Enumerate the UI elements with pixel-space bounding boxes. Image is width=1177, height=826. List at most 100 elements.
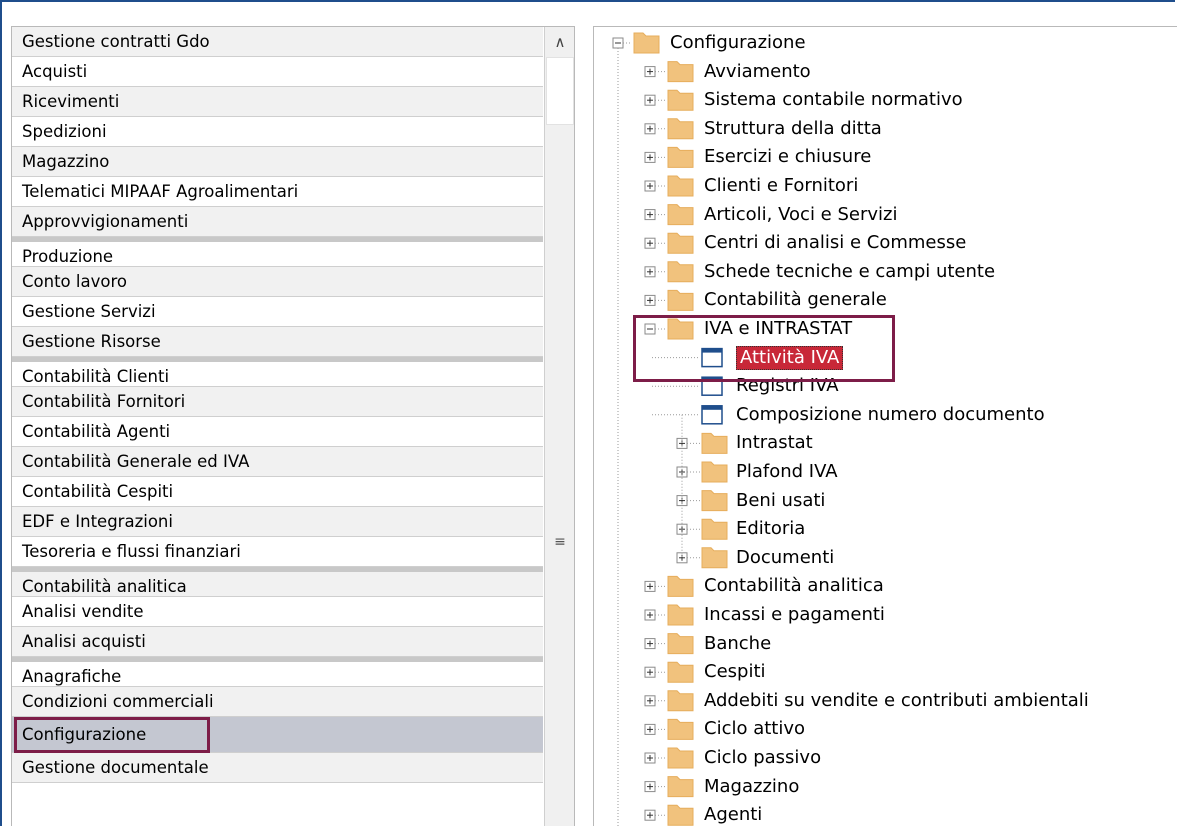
tree-node-label: Addebiti su vendite e contributi ambient… [704,689,1089,711]
menu-item[interactable]: Approvvigionamenti [12,207,543,237]
tree-node-label: Ciclo passivo [704,747,822,768]
menu-item[interactable]: Analisi acquisti [12,627,543,657]
tree-node-label: Banche [704,632,772,654]
tree-node[interactable]: Sistema contabile normativo [704,86,963,114]
tree-node-label: Clienti e Fornitori [704,175,859,196]
folder-icon [667,776,694,798]
folder-icon [667,146,694,168]
folder-icon [667,633,694,655]
folder-icon [667,575,694,597]
folder-icon [667,718,694,740]
tree-node[interactable]: Banche [704,630,771,658]
menu-item[interactable]: Analisi vendite [12,597,543,627]
menu-item[interactable]: Conto lavoro [12,267,543,297]
tree-node[interactable]: Contabilità analitica [704,572,884,600]
folder-icon [701,518,728,540]
chevron-up-icon[interactable]: ∧ [545,27,574,57]
folder-icon [667,261,694,283]
menu-item[interactable]: Gestione Servizi [12,297,543,327]
tree-node[interactable]: Avviamento [704,58,811,86]
configuration-tree-panel: Configurazione Avviamento Sistema contabil… [593,26,1177,826]
scroll-thumb[interactable] [546,57,574,125]
tree-node[interactable]: Articoli, Voci e Servizi [704,201,897,229]
tree-node-label: Ciclo attivo [704,718,806,740]
tree-node-label: Configurazione [670,32,806,53]
grip-lines-icon[interactable]: ≡ [545,535,574,549]
folder-icon [701,432,728,454]
tree-node-label: Schede tecniche e campi utente [704,260,996,282]
menu-item[interactable]: Configurazione [12,717,543,753]
menu-scrollbar[interactable]: ∧ ≡ [544,27,574,826]
menu-item[interactable]: Contabilità Generale ed IVA [12,447,543,477]
tree-node-label: Magazzino [704,775,800,797]
menu-item[interactable]: Condizioni commerciali [12,687,543,717]
tree-node-label: Editoria [736,518,806,540]
tree-node-label: Incassi e pagamenti [704,604,885,625]
tree-node[interactable]: Cespiti [704,658,766,686]
tree-node[interactable]: Clienti e Fornitori [704,172,858,200]
tree-node-label: Beni usati [736,489,826,511]
tree-node-label: Esercizi e chiusure [704,146,872,168]
folder-icon [667,289,694,311]
tree-node-label: Struttura della ditta [704,117,882,139]
menu-item[interactable]: Gestione contratti Gdo [12,27,543,57]
menu-item[interactable]: Contabilità Fornitori [12,387,543,417]
menu-item[interactable]: EDF e Integrazioni [12,507,543,537]
folder-icon [667,604,694,626]
menu-item[interactable]: Magazzino [12,147,543,177]
tree-node-label: Articoli, Voci e Servizi [704,203,898,225]
tree-node-label: Avviamento [704,60,811,82]
folder-icon [701,461,728,483]
menu-item[interactable]: Acquisti [12,57,543,87]
tree-node[interactable]: Ciclo passivo [704,744,821,772]
tree-node[interactable]: Documenti [736,544,834,572]
tree-node-label: Intrastat [736,432,813,454]
folder-icon [701,547,728,569]
folder-icon [667,747,694,769]
tree-node[interactable]: Beni usati [736,487,825,515]
tree-node-label: Centri di analisi e Commesse [704,232,967,254]
tree-node[interactable]: Plafond IVA [736,458,838,486]
tree-node-label: Sistema contabile normativo [704,89,963,111]
folder-icon [667,89,694,111]
tree-node[interactable]: Magazzino [704,773,799,801]
folder-icon [667,118,694,140]
module-menu-list: Gestione contratti Gdo Acquisti Riceviment… [12,27,543,783]
tree-node[interactable]: Incassi e pagamenti [704,601,885,629]
tree-node-label: Contabilità analitica [704,575,884,597]
tree-node-label: Documenti [736,546,835,568]
menu-item[interactable]: Gestione documentale [12,753,543,783]
tree-node[interactable]: Editoria [736,515,805,543]
folder-icon [667,232,694,254]
tree-node[interactable]: Addebiti su vendite e contributi ambient… [704,687,1089,715]
tree-node[interactable]: Ciclo attivo [704,715,805,743]
tree-node-label: Cespiti [704,661,766,683]
tree-node[interactable]: Centri di analisi e Commesse [704,229,966,257]
menu-item[interactable]: Contabilità Agenti [12,417,543,447]
folder-icon [667,661,694,683]
tree-node-label: Agenti [704,804,763,826]
menu-item[interactable]: Produzione [12,237,543,267]
menu-item[interactable]: Tesoreria e flussi finanziari [12,537,543,567]
tree-node[interactable]: Agenti [704,801,762,826]
menu-item[interactable]: Gestione Risorse [12,327,543,357]
tree-node[interactable]: Contabilità generale [704,286,887,314]
menu-item[interactable]: Telematici MIPAAF Agroalimentari [12,177,543,207]
menu-item[interactable]: Contabilità Cespiti [12,477,543,507]
tree-node[interactable]: Intrastat [736,429,813,457]
tree-node[interactable]: Composizione numero documento [736,401,1045,429]
tree-node-label: Plafond IVA [736,461,838,482]
tree-node[interactable]: Struttura della ditta [704,115,882,143]
menu-item[interactable]: Spedizioni [12,117,543,147]
menu-item[interactable]: Contabilità analitica [12,567,543,597]
menu-item[interactable]: Contabilità Clienti [12,357,543,387]
tree-node[interactable]: Esercizi e chiusure [704,143,871,171]
menu-item[interactable]: Anagrafiche [12,657,543,687]
menu-item[interactable]: Ricevimenti [12,87,543,117]
iva-highlight-box [633,315,895,382]
module-menu-panel: Gestione contratti Gdo Acquisti Riceviment… [11,26,575,826]
tree-root[interactable]: Configurazione [670,29,806,57]
folder-icon [667,175,694,197]
tree-node[interactable]: Schede tecniche e campi utente [704,258,995,286]
folder-icon [667,804,694,826]
